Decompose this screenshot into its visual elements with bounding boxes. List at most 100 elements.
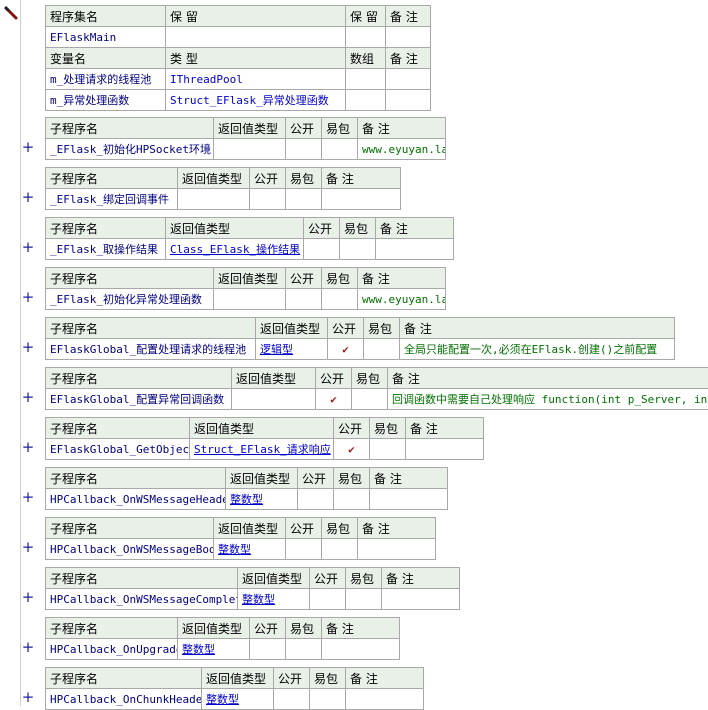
- return-type-cell[interactable]: 整数型: [238, 589, 310, 610]
- public-checkbox[interactable]: ✔: [316, 389, 352, 410]
- subroutine-note-cell[interactable]: [358, 539, 436, 560]
- subroutine-table: 子程序名返回值类型公开易包备 注HPCallback_OnUpgrade整数型: [45, 617, 400, 660]
- variable-note-cell[interactable]: [386, 90, 431, 111]
- easy-package-cell[interactable]: [340, 239, 376, 260]
- variable-type-cell[interactable]: IThreadPool: [166, 69, 346, 90]
- subroutine-row: _EFlask_初始化HPSocket环境 www.eyuyan.la: [46, 139, 446, 160]
- subroutine-note-cell[interactable]: [382, 589, 460, 610]
- subroutine-note-cell[interactable]: [376, 239, 454, 260]
- easy-package-cell[interactable]: [370, 439, 406, 460]
- variable-array-cell[interactable]: [346, 69, 386, 90]
- return-type-cell[interactable]: [214, 289, 286, 310]
- expand-plus-icon[interactable]: +: [21, 238, 35, 256]
- subroutine-name-cell[interactable]: HPCallback_OnChunkHeader: [46, 689, 202, 710]
- variable-array-cell[interactable]: [346, 90, 386, 111]
- subroutine-table: 子程序名返回值类型公开易包备 注EFlaskGlobal_配置异常回调函数✔回调…: [45, 367, 708, 410]
- subroutine-note-cell[interactable]: [406, 439, 484, 460]
- expand-plus-icon[interactable]: +: [21, 638, 35, 656]
- program-set-table: 程序集名 保 留 保 留 备 注 EFlaskMain 变量名 类 型 数组 备…: [45, 5, 431, 111]
- easy-package-cell[interactable]: [334, 489, 370, 510]
- subroutine-name-cell[interactable]: EFlaskGlobal_GetObject: [46, 439, 190, 460]
- public-checkbox[interactable]: [304, 239, 340, 260]
- public-checkbox[interactable]: [286, 139, 322, 160]
- header-public: 公开: [250, 168, 286, 189]
- note-cell[interactable]: [386, 27, 431, 48]
- expand-plus-icon[interactable]: +: [21, 438, 35, 456]
- subroutine-table: 子程序名返回值类型公开易包备 注EFlaskGlobal_配置处理请求的线程池逻…: [45, 317, 675, 360]
- return-type-cell[interactable]: 整数型: [214, 539, 286, 560]
- variable-type-cell[interactable]: Struct_EFlask_异常处理函数: [166, 90, 346, 111]
- public-checkbox[interactable]: [250, 189, 286, 210]
- subroutine-note-cell[interactable]: www.eyuyan.la: [358, 139, 446, 160]
- expand-plus-icon[interactable]: +: [21, 288, 35, 306]
- return-type-cell[interactable]: Struct_EFlask_请求响应: [190, 439, 334, 460]
- return-type-cell[interactable]: 整数型: [226, 489, 298, 510]
- subroutine-name-cell[interactable]: EFlaskGlobal_配置处理请求的线程池: [46, 339, 256, 360]
- subroutine-name-cell[interactable]: HPCallback_OnUpgrade: [46, 639, 178, 660]
- public-checkbox[interactable]: [298, 489, 334, 510]
- header-sub-name: 子程序名: [46, 568, 238, 589]
- easy-package-cell[interactable]: [286, 639, 322, 660]
- expand-plus-icon[interactable]: +: [21, 338, 35, 356]
- expand-plus-icon[interactable]: +: [21, 388, 35, 406]
- subroutine-note-cell[interactable]: 回调函数中需要自己处理响应 function(int p_Server, int…: [388, 389, 708, 410]
- subroutine-name-cell[interactable]: _EFlask_初始化HPSocket环境: [46, 139, 214, 160]
- return-type-cell[interactable]: [214, 139, 286, 160]
- public-checkbox[interactable]: ✔: [334, 439, 370, 460]
- program-set-name-cell[interactable]: EFlaskMain: [46, 27, 166, 48]
- subroutine-note-cell[interactable]: www.eyuyan.la: [358, 289, 446, 310]
- return-type-cell[interactable]: [232, 389, 316, 410]
- subroutine-note-cell[interactable]: [322, 639, 400, 660]
- public-checkbox[interactable]: [286, 539, 322, 560]
- header-sub-note: 备 注: [376, 218, 454, 239]
- header-sub-name: 子程序名: [46, 268, 214, 289]
- subroutine-row: EFlaskGlobal_GetObjectStruct_EFlask_请求响应…: [46, 439, 484, 460]
- variable-name-cell[interactable]: m_异常处理函数: [46, 90, 166, 111]
- return-type-cell[interactable]: 逻辑型: [256, 339, 328, 360]
- subroutine-name-cell[interactable]: HPCallback_OnWSMessageComplete: [46, 589, 238, 610]
- reserved-cell[interactable]: [166, 27, 346, 48]
- header-sub-note: 备 注: [370, 468, 448, 489]
- expand-plus-icon[interactable]: +: [21, 688, 35, 706]
- easy-package-cell[interactable]: [310, 689, 346, 710]
- variable-name-cell[interactable]: m_处理请求的线程池: [46, 69, 166, 90]
- subroutine-note-cell[interactable]: [370, 489, 448, 510]
- header-sub-note: 备 注: [358, 268, 446, 289]
- expand-plus-icon[interactable]: +: [21, 538, 35, 556]
- subroutine-note-cell[interactable]: [322, 189, 401, 210]
- subroutine-note-cell[interactable]: 全局只能配置一次,必须在EFlask.创建()之前配置: [400, 339, 675, 360]
- expand-plus-icon[interactable]: +: [21, 138, 35, 156]
- easy-package-cell[interactable]: [352, 389, 388, 410]
- easy-package-cell[interactable]: [322, 539, 358, 560]
- easy-package-cell[interactable]: [286, 189, 322, 210]
- pencil-icon[interactable]: [4, 6, 18, 23]
- expand-plus-icon[interactable]: +: [21, 588, 35, 606]
- header-public: 公开: [298, 468, 334, 489]
- variable-note-cell[interactable]: [386, 69, 431, 90]
- expand-plus-icon[interactable]: +: [21, 488, 35, 506]
- subroutine-name-cell[interactable]: _EFlask_绑定回调事件: [46, 189, 178, 210]
- subroutine-name-cell[interactable]: _EFlask_初始化异常处理函数: [46, 289, 214, 310]
- public-checkbox[interactable]: [274, 689, 310, 710]
- public-checkbox[interactable]: [286, 289, 322, 310]
- easy-package-cell[interactable]: [346, 589, 382, 610]
- subroutine-note-cell[interactable]: [346, 689, 424, 710]
- subroutine-name-cell[interactable]: HPCallback_OnWSMessageHeader: [46, 489, 226, 510]
- public-checkbox[interactable]: [310, 589, 346, 610]
- return-type-cell[interactable]: [178, 189, 250, 210]
- easy-package-cell[interactable]: [322, 139, 358, 160]
- return-type-cell[interactable]: 整数型: [202, 689, 274, 710]
- subroutine-name-cell[interactable]: _EFlask_取操作结果: [46, 239, 166, 260]
- subroutine-name-cell[interactable]: HPCallback_OnWSMessageBody: [46, 539, 214, 560]
- public-checkbox[interactable]: ✔: [328, 339, 364, 360]
- easy-package-cell[interactable]: [364, 339, 400, 360]
- expand-plus-icon[interactable]: +: [21, 188, 35, 206]
- reserved-cell-2[interactable]: [346, 27, 386, 48]
- header-sub-name: 子程序名: [46, 168, 178, 189]
- return-type-cell[interactable]: Class_EFlask_操作结果: [166, 239, 304, 260]
- header-sub-name: 子程序名: [46, 218, 166, 239]
- subroutine-name-cell[interactable]: EFlaskGlobal_配置异常回调函数: [46, 389, 232, 410]
- public-checkbox[interactable]: [250, 639, 286, 660]
- easy-package-cell[interactable]: [322, 289, 358, 310]
- return-type-cell[interactable]: 整数型: [178, 639, 250, 660]
